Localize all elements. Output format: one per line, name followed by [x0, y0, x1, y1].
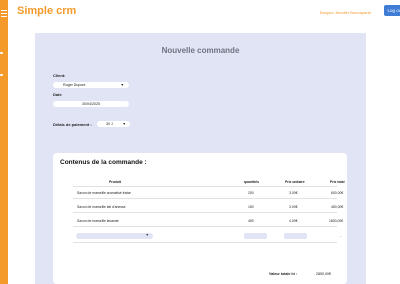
row-product: Savon de marseille lavande: [77, 219, 119, 223]
row-quantity[interactable]: 450: [248, 219, 254, 223]
row-product: Savon de marseille lait d'anesse: [77, 205, 126, 209]
row-divider: [73, 198, 337, 199]
row-product: Savon de marseille aromatisé fraise: [77, 191, 131, 195]
row-quantity[interactable]: 150: [248, 205, 254, 209]
client-select-value: Roger Dupont: [63, 83, 86, 87]
row-divider: [73, 226, 337, 227]
row-divider: [73, 212, 337, 213]
row-total: 450,00€: [331, 205, 344, 209]
total-label: Valeur totale ht :: [269, 272, 297, 276]
col-header-product: Produit: [109, 180, 121, 184]
row-divider: [73, 186, 337, 187]
new-product-select[interactable]: ▼: [76, 233, 153, 239]
sidebar-nav-marker[interactable]: [0, 52, 3, 54]
chevron-down-icon: ▼: [122, 122, 126, 126]
row-divider: [73, 242, 337, 243]
sidebar: [0, 0, 8, 284]
payment-terms-select[interactable]: 30 J ▼: [97, 121, 130, 127]
col-header-quantity: quantités: [244, 180, 260, 184]
new-quantity-input[interactable]: [244, 233, 267, 239]
app-brand[interactable]: Simple crm: [17, 5, 76, 17]
total-value: 2850,00€: [316, 272, 331, 276]
order-contents-title: Contenus de la commande :: [60, 159, 147, 166]
logout-button[interactable]: Log out: [384, 5, 400, 16]
top-bar: Simple crm Bonjour Jennifer Bonnaparte L…: [8, 0, 400, 24]
chevron-down-icon: ▼: [145, 233, 149, 237]
sidebar-nav-marker[interactable]: [0, 74, 3, 76]
date-input[interactable]: 30/04/2025: [53, 101, 129, 107]
order-form-panel: Nouvelle commande Client: Roger Dupont ▼…: [35, 33, 366, 284]
client-select[interactable]: Roger Dupont ▼: [53, 82, 129, 88]
date-label: Date: [53, 92, 62, 97]
order-contents-card: Contenus de la commande : Produit quanti…: [53, 153, 347, 284]
welcome-text: Bonjour Jennifer Bonnaparte: [320, 10, 371, 15]
payment-terms-label: Délais de paiement :: [53, 122, 92, 127]
new-row-total: -: [340, 234, 342, 238]
row-unit-price[interactable]: 4.00€: [289, 219, 298, 223]
col-header-total-price: Prix total: [330, 180, 345, 184]
row-unit-price[interactable]: 3.00€: [289, 205, 298, 209]
row-total: 1800,00€: [329, 219, 344, 223]
chevron-down-icon: ▼: [120, 83, 124, 87]
menu-icon[interactable]: [0, 8, 8, 18]
payment-terms-value: 30 J: [106, 122, 113, 126]
new-unit-price-input[interactable]: [284, 233, 307, 239]
client-label: Client:: [53, 73, 66, 78]
page-title: Nouvelle commande: [161, 46, 240, 55]
row-total: 600,00€: [331, 191, 344, 195]
row-quantity[interactable]: 200: [248, 191, 254, 195]
row-unit-price[interactable]: 3.00€: [289, 191, 298, 195]
col-header-unit-price: Prix unitaire: [285, 180, 305, 184]
